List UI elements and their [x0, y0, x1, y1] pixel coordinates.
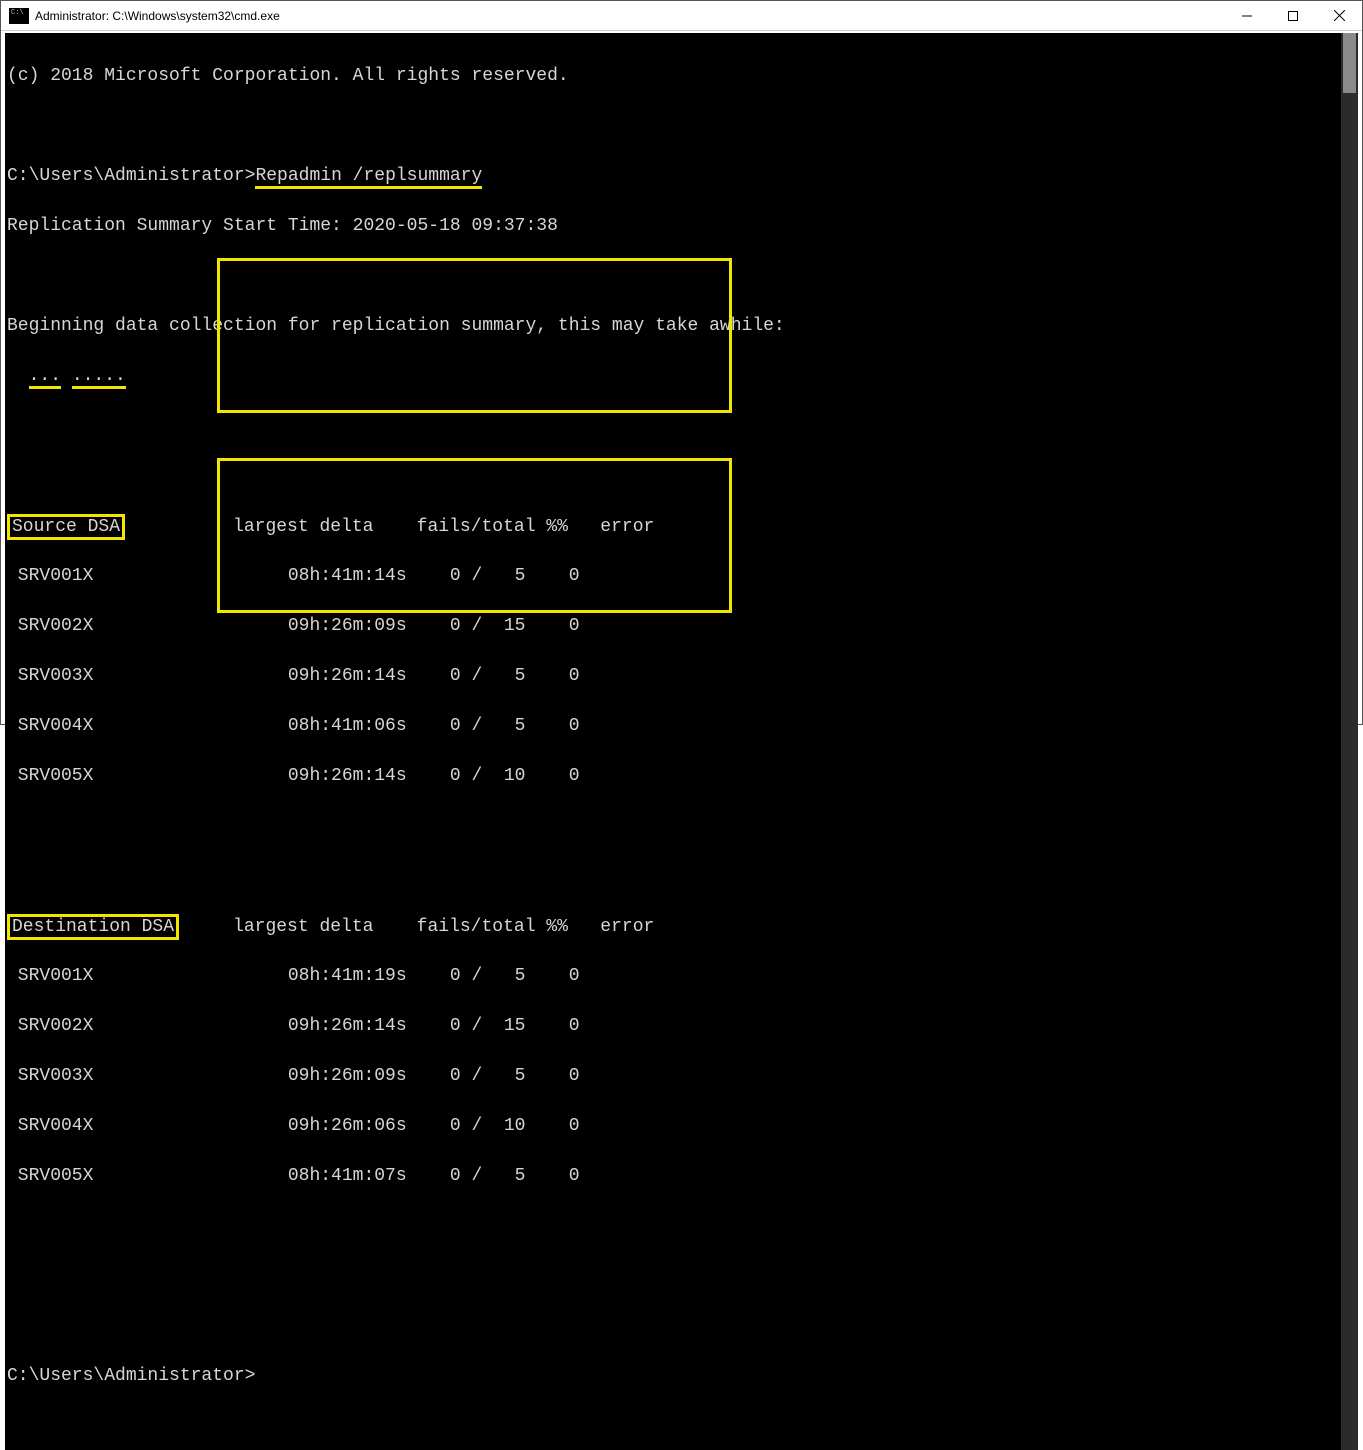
command-text: Repadmin /replsummary: [255, 166, 482, 189]
source-row: SRV002X 09h:26m:09s 0 / 15 0: [7, 616, 580, 636]
titlebar[interactable]: Administrator: C:\Windows\system32\cmd.e…: [1, 1, 1362, 31]
maximize-button[interactable]: [1270, 1, 1316, 31]
cmd-window: Administrator: C:\Windows\system32\cmd.e…: [0, 0, 1363, 725]
source-dsa-header: Source DSA: [7, 514, 125, 540]
source-row: SRV004X 08h:41m:06s 0 / 5 0: [7, 716, 580, 736]
window-title: Administrator: C:\Windows\system32\cmd.e…: [35, 9, 280, 23]
source-row: SRV005X 09h:26m:14s 0 / 10 0: [7, 766, 580, 786]
summary-start-line: Replication Summary Start Time: 2020-05-…: [7, 216, 558, 236]
cmd-icon: [9, 8, 29, 24]
dest-row: SRV003X 09h:26m:09s 0 / 5 0: [7, 1066, 580, 1086]
dest-row: SRV005X 08h:41m:07s 0 / 5 0: [7, 1166, 580, 1186]
source-row: SRV001X 08h:41m:14s 0 / 5 0: [7, 566, 580, 586]
dest-row: SRV002X 09h:26m:14s 0 / 15 0: [7, 1016, 580, 1036]
close-button[interactable]: [1316, 1, 1362, 31]
source-row: SRV003X 09h:26m:14s 0 / 5 0: [7, 666, 580, 686]
copyright-line: (c) 2018 Microsoft Corporation. All righ…: [7, 66, 569, 86]
dest-columns-header: largest delta fails/total %% error: [179, 917, 654, 937]
prompt-path: C:\Users\Administrator>: [7, 1366, 255, 1386]
beginning-line: Beginning data collection for replicatio…: [7, 316, 785, 336]
destination-dsa-header: Destination DSA: [7, 914, 179, 940]
scrollbar-thumb[interactable]: [1343, 33, 1356, 93]
minimize-button[interactable]: [1224, 1, 1270, 31]
terminal-output[interactable]: (c) 2018 Microsoft Corporation. All righ…: [5, 33, 1341, 1450]
content-area: (c) 2018 Microsoft Corporation. All righ…: [5, 33, 1358, 1450]
vertical-scrollbar[interactable]: [1341, 33, 1358, 1450]
source-columns-header: largest delta fails/total %% error: [125, 517, 654, 537]
progress-dots-2: .....: [72, 366, 126, 389]
progress-dots-1: ...: [29, 366, 61, 389]
dest-row: SRV004X 09h:26m:06s 0 / 10 0: [7, 1116, 580, 1136]
prompt-path: C:\Users\Administrator>: [7, 166, 255, 186]
dest-row: SRV001X 08h:41m:19s 0 / 5 0: [7, 966, 580, 986]
